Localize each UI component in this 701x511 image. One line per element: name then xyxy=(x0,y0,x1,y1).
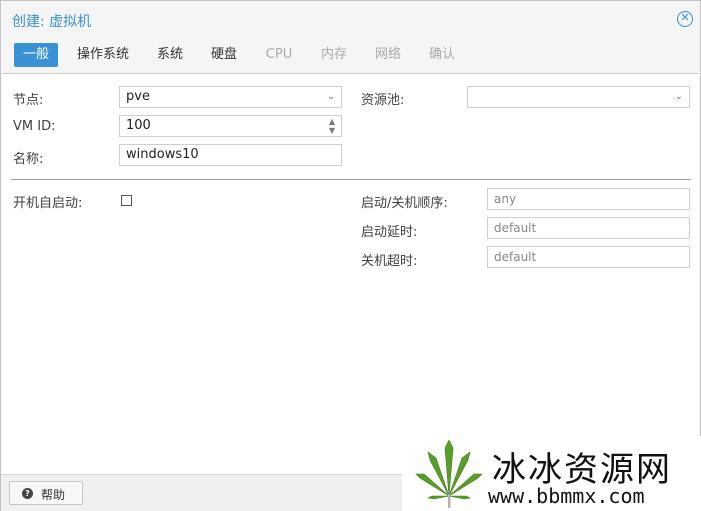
tab-general[interactable]: 一般 xyxy=(14,43,58,67)
dialog-titlebar: 创建: 虚拟机 ✕ xyxy=(1,1,700,39)
vmid-value: 100 xyxy=(126,118,151,133)
order-label: 启动/关机顺序: xyxy=(361,196,448,211)
name-value: windows10 xyxy=(126,147,199,162)
order-input[interactable]: any xyxy=(487,188,690,210)
name-label: 名称: xyxy=(13,152,44,167)
name-input[interactable]: windows10 xyxy=(119,144,342,166)
wizard-tabbar: 一般 操作系统 系统 硬盘 CPU 内存 网络 确认 xyxy=(1,39,700,71)
general-panel: 节点: pve ⌄ VM ID: 100 ▲ ▼ 名称: windows10 资源… xyxy=(2,73,699,474)
delay-input[interactable]: default xyxy=(487,217,690,239)
pool-select[interactable]: ⌄ xyxy=(467,86,690,108)
tab-cpu: CPU xyxy=(265,47,293,62)
tab-system[interactable]: 系统 xyxy=(151,43,189,67)
node-value: pve xyxy=(126,89,150,104)
delay-label: 启动延时: xyxy=(361,225,418,240)
order-placeholder: any xyxy=(494,192,517,206)
shutdown-placeholder: default xyxy=(494,250,537,264)
tab-confirm: 确认 xyxy=(428,47,455,62)
watermark: 冰冰资源网 www.bbmmx.com xyxy=(402,436,701,511)
create-vm-dialog: 创建: 虚拟机 ✕ 一般 操作系统 系统 硬盘 CPU 内存 网络 确认 节点:… xyxy=(0,0,701,511)
vmid-label: VM ID: xyxy=(13,119,56,134)
tab-os[interactable]: 操作系统 xyxy=(73,43,133,67)
help-label: 帮助 xyxy=(41,488,66,502)
chevron-down-icon[interactable]: ⌄ xyxy=(675,87,683,107)
autostart-label: 开机自启动: xyxy=(13,196,83,211)
watermark-url: www.bbmmx.com xyxy=(488,484,645,508)
shutdown-label: 关机超时: xyxy=(361,254,418,269)
vmid-input[interactable]: 100 ▲ ▼ xyxy=(119,115,342,137)
dialog-title: 创建: 虚拟机 xyxy=(12,14,92,30)
node-select[interactable]: pve ⌄ xyxy=(119,86,342,108)
close-icon[interactable]: ✕ xyxy=(677,11,693,27)
tab-network: 网络 xyxy=(374,47,401,62)
question-circle-icon: ? xyxy=(22,488,33,499)
help-button[interactable]: ? 帮助 xyxy=(9,481,83,505)
node-label: 节点: xyxy=(13,93,44,108)
spinner-arrows-icon[interactable]: ▲ ▼ xyxy=(327,117,337,135)
delay-placeholder: default xyxy=(494,221,537,235)
pool-label: 资源池: xyxy=(361,93,405,108)
cannabis-leaf-icon xyxy=(415,439,483,508)
section-divider xyxy=(11,179,691,180)
shutdown-input[interactable]: default xyxy=(487,246,690,268)
tab-memory: 内存 xyxy=(320,47,347,62)
tab-disk[interactable]: 硬盘 xyxy=(205,43,243,67)
chevron-down-icon[interactable]: ⌄ xyxy=(327,87,335,107)
autostart-checkbox[interactable] xyxy=(121,195,132,206)
